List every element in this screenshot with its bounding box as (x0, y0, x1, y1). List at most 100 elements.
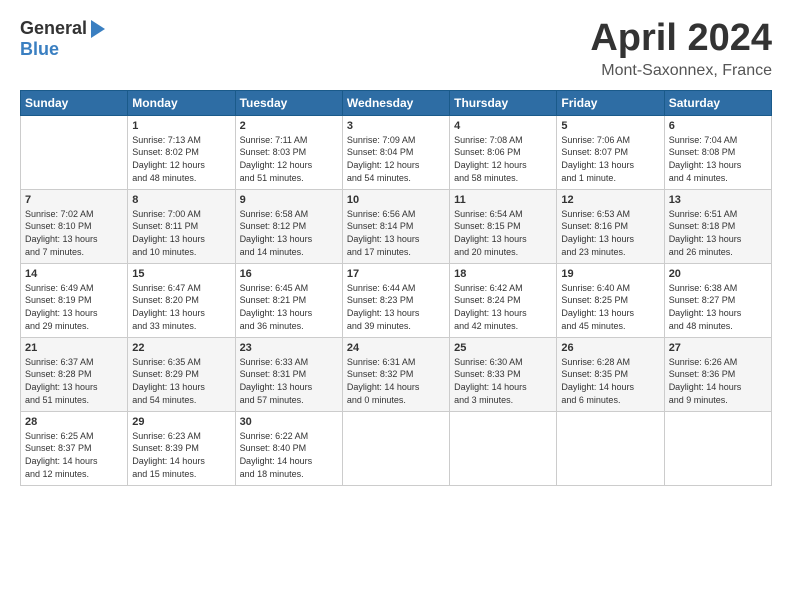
day-info: Sunrise: 6:40 AM Sunset: 8:25 PM Dayligh… (561, 282, 659, 332)
day-number: 8 (132, 194, 230, 206)
col-tuesday: Tuesday (235, 90, 342, 115)
day-number: 18 (454, 268, 552, 280)
calendar-cell: 30 Sunrise: 6:22 AM Sunset: 8:40 PM Dayli… (235, 411, 342, 485)
day-number: 3 (347, 120, 445, 132)
day-info: Sunrise: 6:44 AM Sunset: 8:23 PM Dayligh… (347, 282, 445, 332)
day-info: Sunrise: 7:08 AM Sunset: 8:06 PM Dayligh… (454, 134, 552, 184)
day-number: 6 (669, 120, 767, 132)
logo-blue: Blue (20, 40, 59, 60)
calendar-week-row: 28 Sunrise: 6:25 AM Sunset: 8:37 PM Dayli… (21, 411, 772, 485)
calendar-cell: 3Sunrise: 7:09 AM Sunset: 8:04 PM Daylig… (342, 115, 449, 189)
calendar-cell: 12 Sunrise: 6:53 AM Sunset: 8:16 PM Dayli… (557, 189, 664, 263)
col-sunday: Sunday (21, 90, 128, 115)
calendar-cell (557, 411, 664, 485)
title-location: Mont-Saxonnex, France (590, 62, 772, 80)
calendar-cell: 4 Sunrise: 7:08 AM Sunset: 8:06 PM Daylig… (450, 115, 557, 189)
day-info: Sunrise: 6:35 AM Sunset: 8:29 PM Dayligh… (132, 356, 230, 406)
calendar-cell: 18Sunrise: 6:42 AM Sunset: 8:24 PM Dayli… (450, 263, 557, 337)
day-number: 22 (132, 342, 230, 354)
calendar-week-row: 1 Sunrise: 7:13 AM Sunset: 8:02 PM Daylig… (21, 115, 772, 189)
calendar-cell: 5 Sunrise: 7:06 AM Sunset: 8:07 PM Daylig… (557, 115, 664, 189)
logo: General Blue (20, 18, 107, 60)
calendar-week-row: 14Sunrise: 6:49 AM Sunset: 8:19 PM Dayli… (21, 263, 772, 337)
calendar-cell: 27 Sunrise: 6:26 AM Sunset: 8:36 PM Dayli… (664, 337, 771, 411)
day-info: Sunrise: 6:51 AM Sunset: 8:18 PM Dayligh… (669, 208, 767, 258)
calendar-cell: 15 Sunrise: 6:47 AM Sunset: 8:20 PM Dayli… (128, 263, 235, 337)
day-number: 7 (25, 194, 123, 206)
day-number: 24 (347, 342, 445, 354)
col-thursday: Thursday (450, 90, 557, 115)
day-number: 28 (25, 416, 123, 428)
calendar-cell: 29 Sunrise: 6:23 AM Sunset: 8:39 PM Dayli… (128, 411, 235, 485)
calendar-cell: 28 Sunrise: 6:25 AM Sunset: 8:37 PM Dayli… (21, 411, 128, 485)
day-number: 5 (561, 120, 659, 132)
day-info: Sunrise: 6:38 AM Sunset: 8:27 PM Dayligh… (669, 282, 767, 332)
day-number: 1 (132, 120, 230, 132)
day-number: 29 (132, 416, 230, 428)
day-number: 15 (132, 268, 230, 280)
title-block: April 2024 Mont-Saxonnex, France (590, 18, 772, 80)
day-info: Sunrise: 7:00 AM Sunset: 8:11 PM Dayligh… (132, 208, 230, 258)
calendar-cell: 11 Sunrise: 6:54 AM Sunset: 8:15 PM Dayli… (450, 189, 557, 263)
day-number: 30 (240, 416, 338, 428)
day-info: Sunrise: 6:33 AM Sunset: 8:31 PM Dayligh… (240, 356, 338, 406)
page: General Blue April 2024 Mont-Saxonnex, F… (0, 0, 792, 496)
day-info: Sunrise: 6:45 AM Sunset: 8:21 PM Dayligh… (240, 282, 338, 332)
day-info: Sunrise: 6:22 AM Sunset: 8:40 PM Dayligh… (240, 430, 338, 480)
calendar-header-row: Sunday Monday Tuesday Wednesday Thursday… (21, 90, 772, 115)
calendar-table: Sunday Monday Tuesday Wednesday Thursday… (20, 90, 772, 486)
day-info: Sunrise: 6:53 AM Sunset: 8:16 PM Dayligh… (561, 208, 659, 258)
title-month: April 2024 (590, 18, 772, 60)
calendar-cell: 8 Sunrise: 7:00 AM Sunset: 8:11 PM Daylig… (128, 189, 235, 263)
day-info: Sunrise: 6:23 AM Sunset: 8:39 PM Dayligh… (132, 430, 230, 480)
day-number: 9 (240, 194, 338, 206)
calendar-cell (21, 115, 128, 189)
calendar-cell: 25Sunrise: 6:30 AM Sunset: 8:33 PM Dayli… (450, 337, 557, 411)
calendar-cell: 1 Sunrise: 7:13 AM Sunset: 8:02 PM Daylig… (128, 115, 235, 189)
calendar-cell: 7 Sunrise: 7:02 AM Sunset: 8:10 PM Daylig… (21, 189, 128, 263)
calendar-cell (342, 411, 449, 485)
calendar-cell: 6 Sunrise: 7:04 AM Sunset: 8:08 PM Daylig… (664, 115, 771, 189)
day-info: Sunrise: 6:58 AM Sunset: 8:12 PM Dayligh… (240, 208, 338, 258)
day-info: Sunrise: 7:13 AM Sunset: 8:02 PM Dayligh… (132, 134, 230, 184)
day-info: Sunrise: 6:37 AM Sunset: 8:28 PM Dayligh… (25, 356, 123, 406)
col-saturday: Saturday (664, 90, 771, 115)
calendar-cell: 14Sunrise: 6:49 AM Sunset: 8:19 PM Dayli… (21, 263, 128, 337)
day-info: Sunrise: 7:02 AM Sunset: 8:10 PM Dayligh… (25, 208, 123, 258)
col-wednesday: Wednesday (342, 90, 449, 115)
calendar-cell (664, 411, 771, 485)
calendar-cell: 13 Sunrise: 6:51 AM Sunset: 8:18 PM Dayli… (664, 189, 771, 263)
day-info: Sunrise: 6:56 AM Sunset: 8:14 PM Dayligh… (347, 208, 445, 258)
calendar-body: 1 Sunrise: 7:13 AM Sunset: 8:02 PM Daylig… (21, 115, 772, 485)
day-info: Sunrise: 7:04 AM Sunset: 8:08 PM Dayligh… (669, 134, 767, 184)
day-info: Sunrise: 7:06 AM Sunset: 8:07 PM Dayligh… (561, 134, 659, 184)
day-info: Sunrise: 6:47 AM Sunset: 8:20 PM Dayligh… (132, 282, 230, 332)
day-info: Sunrise: 6:31 AM Sunset: 8:32 PM Dayligh… (347, 356, 445, 406)
calendar-cell: 16Sunrise: 6:45 AM Sunset: 8:21 PM Dayli… (235, 263, 342, 337)
day-number: 13 (669, 194, 767, 206)
col-monday: Monday (128, 90, 235, 115)
calendar-cell: 26Sunrise: 6:28 AM Sunset: 8:35 PM Dayli… (557, 337, 664, 411)
day-number: 23 (240, 342, 338, 354)
day-number: 2 (240, 120, 338, 132)
day-number: 12 (561, 194, 659, 206)
calendar-cell: 23 Sunrise: 6:33 AM Sunset: 8:31 PM Dayli… (235, 337, 342, 411)
day-info: Sunrise: 6:26 AM Sunset: 8:36 PM Dayligh… (669, 356, 767, 406)
day-number: 25 (454, 342, 552, 354)
day-number: 14 (25, 268, 123, 280)
logo-icon (89, 18, 107, 40)
day-number: 10 (347, 194, 445, 206)
calendar-cell: 20Sunrise: 6:38 AM Sunset: 8:27 PM Dayli… (664, 263, 771, 337)
day-number: 27 (669, 342, 767, 354)
col-friday: Friday (557, 90, 664, 115)
header: General Blue April 2024 Mont-Saxonnex, F… (20, 18, 772, 80)
day-info: Sunrise: 7:11 AM Sunset: 8:03 PM Dayligh… (240, 134, 338, 184)
day-number: 4 (454, 120, 552, 132)
day-number: 26 (561, 342, 659, 354)
calendar-week-row: 7 Sunrise: 7:02 AM Sunset: 8:10 PM Daylig… (21, 189, 772, 263)
calendar-cell: 21Sunrise: 6:37 AM Sunset: 8:28 PM Dayli… (21, 337, 128, 411)
day-info: Sunrise: 6:25 AM Sunset: 8:37 PM Dayligh… (25, 430, 123, 480)
day-number: 11 (454, 194, 552, 206)
day-info: Sunrise: 6:54 AM Sunset: 8:15 PM Dayligh… (454, 208, 552, 258)
calendar-cell: 17Sunrise: 6:44 AM Sunset: 8:23 PM Dayli… (342, 263, 449, 337)
